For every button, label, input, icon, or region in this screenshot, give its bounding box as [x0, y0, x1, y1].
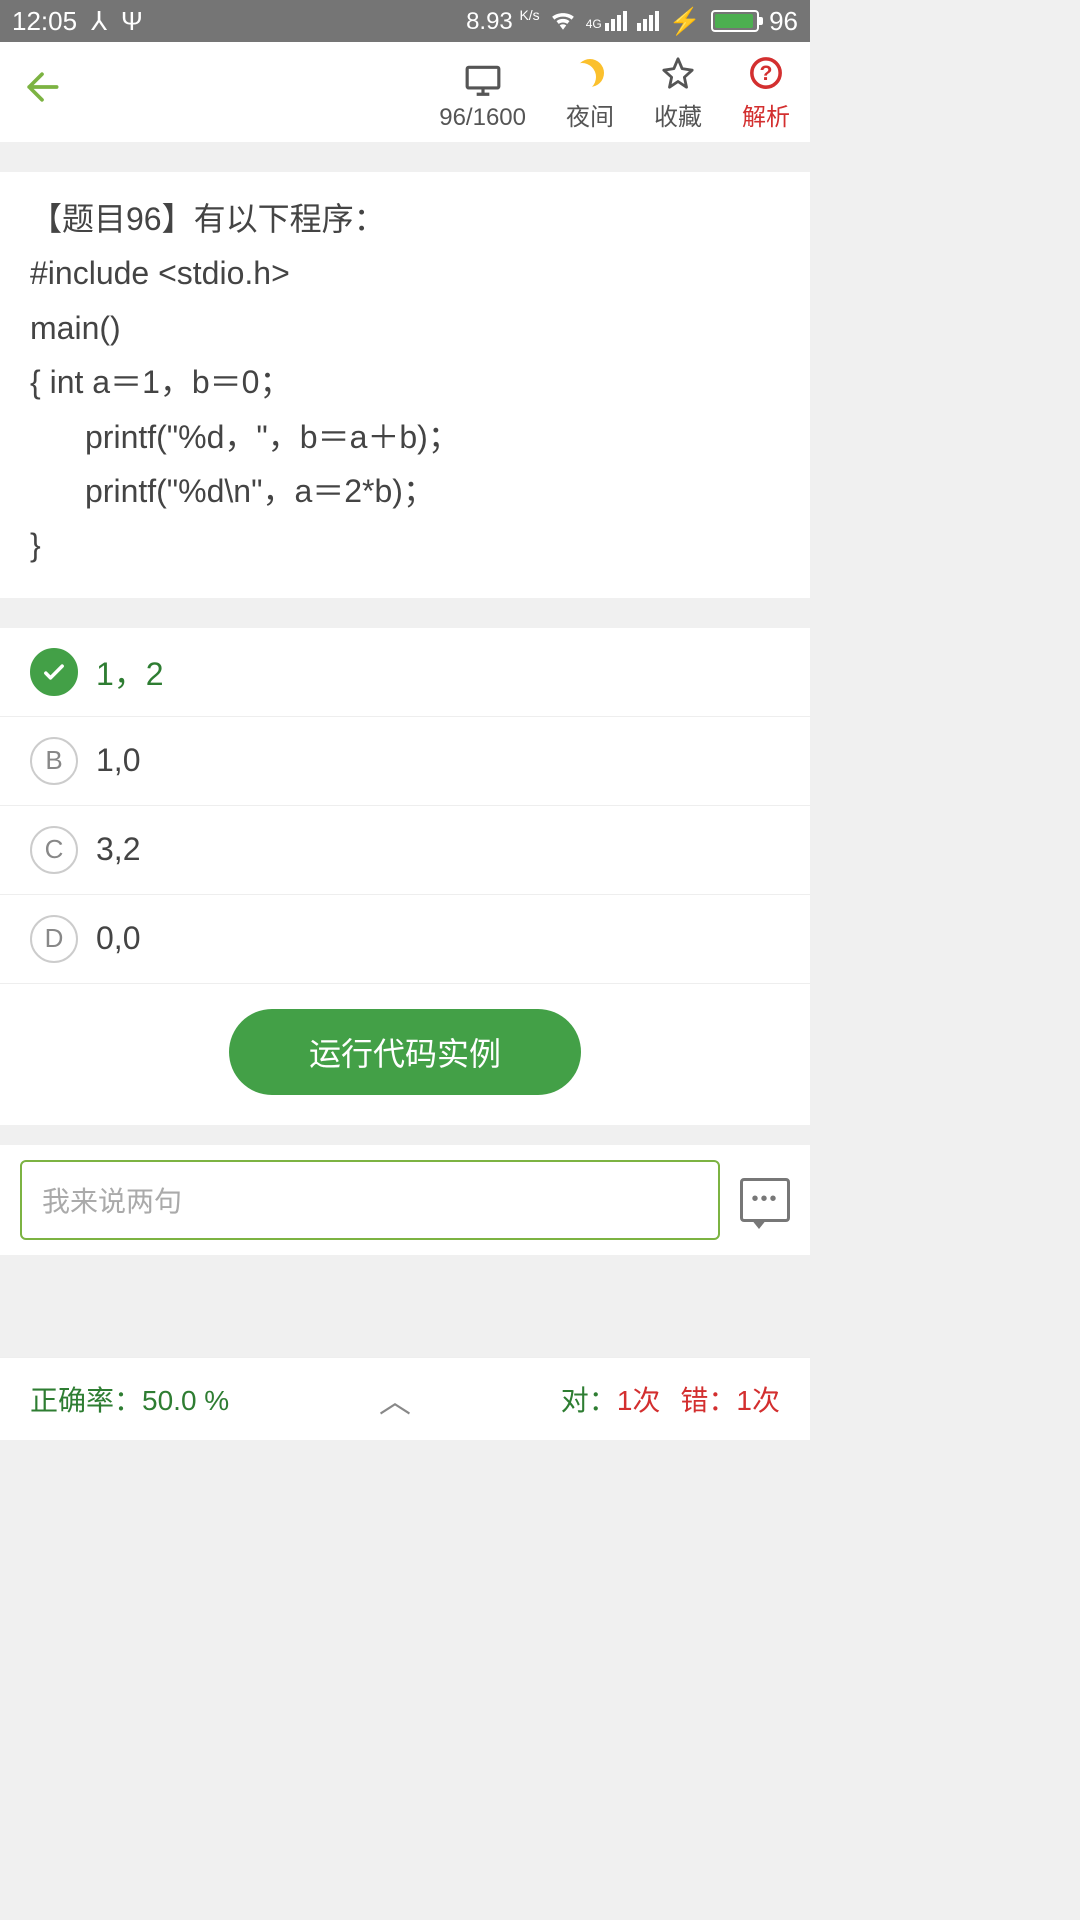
answer-list: 1，2 B 1,0 C 3,2 D 0,0 运行代码实例 [0, 628, 810, 1125]
back-button[interactable] [20, 65, 64, 119]
answer-option-a[interactable]: 1，2 [0, 628, 810, 717]
code-line: printf("%d，"，b＝a＋b)； [30, 410, 780, 464]
answer-text: 0,0 [96, 920, 140, 957]
icon-tripod: ⅄ [91, 6, 107, 37]
wifi-icon [550, 6, 576, 37]
answer-letter: B [30, 737, 78, 785]
battery-icon [711, 10, 759, 32]
charging-icon: ⚡ [669, 6, 701, 37]
run-code-button[interactable]: 运行代码实例 [229, 1009, 581, 1095]
battery-percent: 96 [769, 6, 798, 37]
question-circle-icon: ? [749, 53, 783, 93]
answer-letter: C [30, 826, 78, 874]
analysis-button[interactable]: ? 解析 [742, 53, 790, 132]
answer-letter: D [30, 915, 78, 963]
network-speed: 8.93 K/s [466, 7, 540, 36]
comment-input[interactable]: 我来说两句 [20, 1160, 720, 1240]
code-line: main() [30, 301, 780, 355]
star-icon [661, 53, 695, 93]
question-panel: 【题目96】有以下程序： #include <stdio.h> main() {… [0, 172, 810, 598]
answer-option-b[interactable]: B 1,0 [0, 717, 810, 806]
answer-text: 3,2 [96, 831, 140, 868]
chevron-up-icon: ︿ [379, 1376, 411, 1422]
progress-indicator[interactable]: 96/1600 [439, 53, 526, 132]
code-line: printf("%d\n"，a＝2*b)； [30, 464, 780, 518]
signal-icon [637, 11, 659, 31]
comment-icon[interactable]: ••• [740, 1178, 790, 1222]
question-title: 【题目96】有以下程序： [30, 192, 780, 246]
code-line: { int a＝1，b＝0； [30, 355, 780, 409]
status-time: 12:05 [12, 6, 77, 37]
check-icon [30, 648, 78, 696]
usb-icon: Ψ [121, 6, 143, 37]
correct-count: 对：1次 [561, 1379, 661, 1419]
comment-bar: 我来说两句 ••• [0, 1145, 810, 1255]
code-line: } [30, 518, 780, 572]
wrong-count: 错：1次 [680, 1379, 780, 1419]
favorite-button[interactable]: 收藏 [654, 53, 702, 132]
signal-4g-icon: 4G [586, 11, 627, 31]
answer-option-c[interactable]: C 3,2 [0, 806, 810, 895]
status-bar: 12:05 ⅄ Ψ 8.93 K/s 4G ⚡ 96 [0, 0, 810, 42]
code-line: #include <stdio.h> [30, 246, 780, 300]
stats-bar[interactable]: 正确率：50.0 % ︿ 对：1次 错：1次 [0, 1357, 810, 1440]
night-mode-button[interactable]: 夜间 [566, 53, 614, 132]
monitor-icon [464, 60, 502, 100]
app-header: 96/1600 夜间 收藏 ? 解析 [0, 42, 810, 142]
answer-text: 1,0 [96, 742, 140, 779]
moon-icon [576, 53, 604, 93]
answer-option-d[interactable]: D 0,0 [0, 895, 810, 984]
accuracy-rate: 正确率：50.0 % [30, 1379, 229, 1419]
answer-text: 1，2 [96, 649, 164, 695]
svg-text:?: ? [760, 61, 773, 85]
